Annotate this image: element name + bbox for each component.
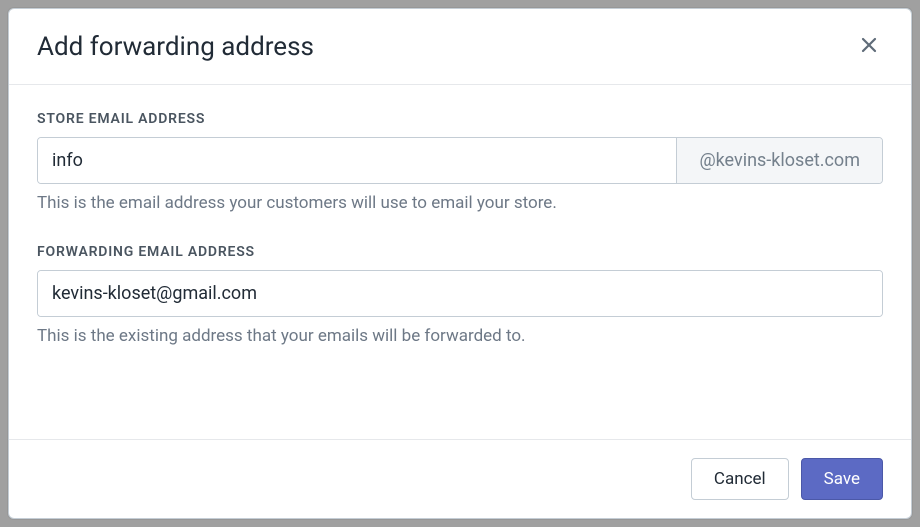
close-icon: [859, 35, 879, 58]
forwarding-email-input-row: [37, 270, 883, 317]
store-email-field-group: Store email address @kevins-kloset.com T…: [37, 111, 883, 216]
save-button[interactable]: Save: [801, 458, 883, 500]
cancel-button[interactable]: Cancel: [691, 458, 789, 500]
forwarding-email-input[interactable]: [38, 271, 882, 316]
forwarding-email-help: This is the existing address that your e…: [37, 325, 883, 349]
store-email-help: This is the email address your customers…: [37, 192, 883, 216]
close-button[interactable]: [855, 31, 883, 62]
add-forwarding-address-modal: Add forwarding address Store email addre…: [8, 8, 912, 519]
store-email-input-row: @kevins-kloset.com: [37, 137, 883, 184]
store-email-label: Store email address: [37, 111, 883, 127]
modal-footer: Cancel Save: [9, 439, 911, 518]
modal-header: Add forwarding address: [9, 9, 911, 85]
modal-body: Store email address @kevins-kloset.com T…: [9, 85, 911, 439]
store-email-domain-suffix: @kevins-kloset.com: [676, 138, 882, 183]
store-email-input[interactable]: [38, 138, 676, 183]
forwarding-email-field-group: Forwarding email address This is the exi…: [37, 244, 883, 349]
forwarding-email-label: Forwarding email address: [37, 244, 883, 260]
modal-title: Add forwarding address: [37, 32, 314, 62]
